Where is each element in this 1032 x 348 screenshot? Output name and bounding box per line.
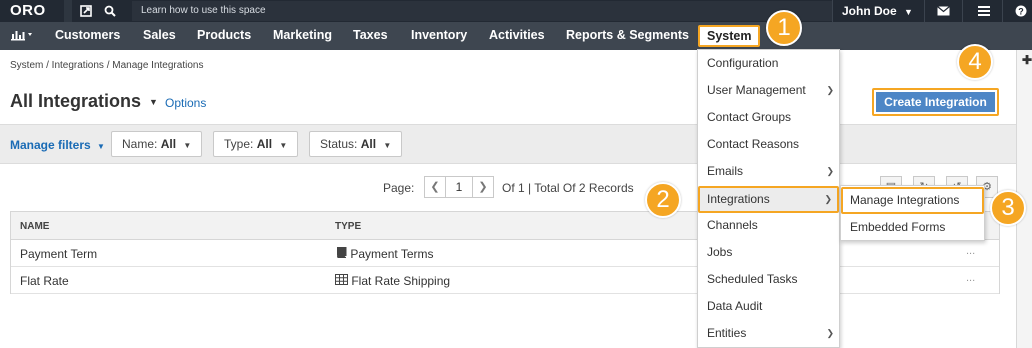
- caret-down-icon: ▼: [183, 141, 192, 150]
- manage-filters-label: Manage filters: [10, 138, 91, 152]
- top-bar: ORO Learn how to use this space John Doe…: [0, 0, 1032, 22]
- menu-item-configuration[interactable]: Configuration: [698, 50, 839, 77]
- menu-item-emails[interactable]: Emails ❯: [698, 158, 839, 185]
- status-filter[interactable]: Status: All ▼: [309, 131, 403, 157]
- search-icon[interactable]: [101, 2, 119, 20]
- column-name-header[interactable]: NAME: [20, 221, 49, 232]
- name-filter-value: All: [160, 137, 177, 151]
- menu-item-entities[interactable]: Entities ❯: [698, 320, 839, 347]
- step-callout-4: 4: [957, 44, 993, 80]
- menu-item-embedded-forms[interactable]: Embedded Forms: [841, 214, 984, 241]
- oro-logo[interactable]: ORO: [10, 2, 46, 19]
- chevron-right-icon: ❯: [826, 85, 834, 95]
- create-integration-button[interactable]: Create Integration: [872, 88, 999, 116]
- menu-activities[interactable]: Activities: [489, 22, 545, 50]
- book-icon: [335, 247, 350, 261]
- dashboard-icon[interactable]: [11, 22, 35, 50]
- row-name: Payment Term: [20, 247, 98, 261]
- create-integration-label: Create Integration: [876, 92, 995, 112]
- menu-taxes[interactable]: Taxes: [353, 22, 388, 50]
- page-number-input[interactable]: 1: [445, 177, 473, 197]
- integrations-submenu: Manage Integrations Embedded Forms: [840, 185, 985, 241]
- menu-reports-segments[interactable]: Reports & Segments: [566, 22, 689, 50]
- name-filter-label: Name:: [122, 137, 158, 151]
- breadcrumb: System / Integrations / Manage Integrati…: [10, 60, 204, 71]
- pager: ❮ 1 ❯: [424, 176, 494, 198]
- chevron-left-icon[interactable]: ❮: [425, 177, 445, 197]
- page-title[interactable]: All Integrations ▼: [10, 91, 158, 112]
- user-menu[interactable]: John Doe ▼: [842, 0, 924, 22]
- type-filter[interactable]: Type: All ▼: [213, 131, 299, 157]
- main-menu: Customers Sales Products Marketing Taxes…: [0, 22, 1032, 50]
- page-title-text: All Integrations: [10, 91, 142, 111]
- table-row[interactable]: Payment Term Payment Terms ...: [11, 240, 999, 267]
- row-actions[interactable]: ...: [966, 272, 975, 284]
- row-type-label: Payment Terms: [350, 247, 434, 261]
- menu-item-label: Integrations: [707, 192, 770, 206]
- table-row[interactable]: Flat Rate Flat Rate Shipping ...: [11, 267, 999, 294]
- divider: [924, 0, 925, 22]
- menu-item-integrations[interactable]: Integrations ❯: [698, 186, 839, 213]
- name-filter[interactable]: Name: All ▼: [111, 131, 203, 157]
- menu-customers[interactable]: Customers: [55, 22, 120, 50]
- menu-item-data-audit[interactable]: Data Audit: [698, 293, 839, 320]
- status-filter-value: All: [360, 137, 377, 151]
- type-filter-value: All: [256, 137, 273, 151]
- menu-item-user-management[interactable]: User Management ❯: [698, 77, 839, 104]
- pager-info: Of 1 | Total Of 2 Records: [502, 181, 634, 195]
- user-name: John Doe: [842, 4, 897, 18]
- step-callout-1: 1: [766, 10, 802, 46]
- menu-item-channels[interactable]: Channels: [698, 212, 839, 239]
- svg-text:?: ?: [1018, 7, 1024, 17]
- menu-products[interactable]: Products: [197, 22, 251, 50]
- pager-label: Page:: [383, 181, 415, 195]
- chevron-right-icon: ❯: [826, 328, 834, 338]
- divider: [962, 0, 963, 22]
- caret-down-icon: ▼: [97, 142, 105, 151]
- envelope-icon[interactable]: [934, 2, 952, 20]
- filter-bar: Manage filters ▼ Name: All ▼ Type: All ▼…: [0, 124, 1016, 164]
- menu-item-scheduled-tasks[interactable]: Scheduled Tasks: [698, 266, 839, 293]
- row-name: Flat Rate: [20, 274, 69, 288]
- chevron-right-icon: ❯: [826, 166, 834, 176]
- menu-inventory[interactable]: Inventory: [411, 22, 467, 50]
- menu-marketing[interactable]: Marketing: [273, 22, 332, 50]
- caret-down-icon: ▼: [279, 141, 288, 150]
- row-type-label: Flat Rate Shipping: [351, 274, 451, 288]
- menu-system[interactable]: System: [698, 25, 761, 47]
- menu-item-jobs[interactable]: Jobs: [698, 239, 839, 266]
- plus-icon[interactable]: ✚: [1022, 53, 1032, 67]
- column-type-header[interactable]: TYPE: [335, 221, 361, 232]
- menu-item-contact-reasons[interactable]: Contact Reasons: [698, 131, 839, 158]
- row-actions[interactable]: ...: [966, 245, 975, 257]
- menu-item-label: Emails: [707, 164, 744, 178]
- manage-filters-button[interactable]: Manage filters ▼: [10, 138, 105, 152]
- caret-down-icon: ▼: [149, 97, 158, 108]
- divider: [832, 0, 833, 22]
- help-icon[interactable]: ?: [1012, 2, 1030, 20]
- caret-down-icon: ▼: [383, 141, 392, 150]
- logo-divider: [64, 0, 72, 22]
- menu-item-manage-integrations[interactable]: Manage Integrations: [841, 187, 984, 214]
- row-type: Payment Terms: [335, 247, 433, 261]
- system-menu-dropdown: Configuration User Management ❯ Contact …: [697, 49, 840, 348]
- table-icon: [335, 274, 351, 288]
- chevron-right-icon[interactable]: ❯: [473, 177, 493, 197]
- menu-item-label: Entities: [707, 326, 747, 340]
- learn-banner[interactable]: Learn how to use this space: [132, 1, 832, 21]
- share-icon[interactable]: [77, 2, 95, 20]
- row-type: Flat Rate Shipping: [335, 274, 450, 288]
- step-callout-2: 2: [645, 182, 681, 218]
- chevron-right-icon: ❯: [824, 194, 832, 204]
- menu-sales[interactable]: Sales: [143, 22, 176, 50]
- menu-item-label: User Management: [707, 83, 806, 97]
- menu-item-contact-groups[interactable]: Contact Groups: [698, 104, 839, 131]
- caret-down-icon: ▼: [904, 7, 913, 17]
- status-filter-label: Status:: [320, 137, 358, 151]
- step-callout-3: 3: [990, 190, 1026, 226]
- options-link[interactable]: Options: [165, 96, 206, 110]
- type-filter-label: Type:: [224, 137, 254, 151]
- divider: [1002, 0, 1003, 22]
- hamburger-icon[interactable]: [975, 2, 993, 20]
